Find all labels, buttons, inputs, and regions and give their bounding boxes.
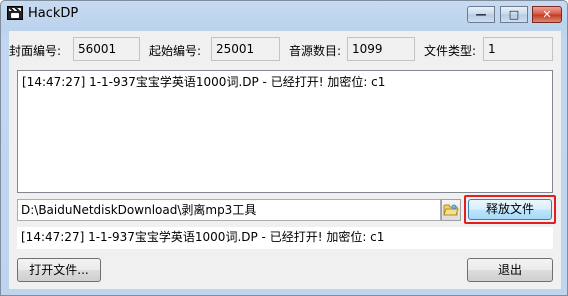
window-title: HackDP [28,6,79,21]
cover-number-label: 封面编号: [9,44,62,58]
start-number-field[interactable]: 25001 [211,37,280,61]
browse-folder-button[interactable] [441,199,461,221]
log-textarea[interactable]: [14:47:27] 1-1-937宝宝学英语1000词.DP - 已经打开! … [17,70,553,193]
open-file-button[interactable]: 打开文件... [17,258,101,282]
release-file-button[interactable]: 释放文件 [468,199,552,220]
path-input[interactable]: D:\BaiduNetdiskDownload\剥离mp3工具 [17,199,441,221]
folder-icon [443,204,459,216]
audio-count-label: 音源数目: [289,44,342,58]
file-type-field[interactable]: 1 [483,37,553,61]
minimize-button[interactable]: — [467,6,495,23]
log-line: [14:47:27] 1-1-937宝宝学英语1000词.DP - 已经打开! … [22,75,386,89]
file-type-label: 文件类型: [424,44,477,58]
maximize-button[interactable]: □ [500,6,528,23]
app-icon [7,6,23,20]
status-line: [14:47:27] 1-1-937宝宝学英语1000词.DP - 已经打开! … [17,227,553,249]
title-bar[interactable]: HackDP — □ ✕ [1,1,567,27]
main-window: HackDP — □ ✕ 封面编号: 56001 起始编号: 25001 音源数… [0,0,568,296]
audio-count-field[interactable]: 1099 [347,37,415,61]
cover-number-field[interactable]: 56001 [73,37,140,61]
maximize-icon: □ [508,8,520,21]
close-button[interactable]: ✕ [532,6,562,23]
minimize-icon: — [475,8,487,21]
exit-button[interactable]: 退出 [467,258,553,282]
close-icon: ✕ [542,8,552,21]
client-area: 封面编号: 56001 起始编号: 25001 音源数目: 1099 文件类型:… [9,31,561,289]
start-number-label: 起始编号: [149,44,202,58]
